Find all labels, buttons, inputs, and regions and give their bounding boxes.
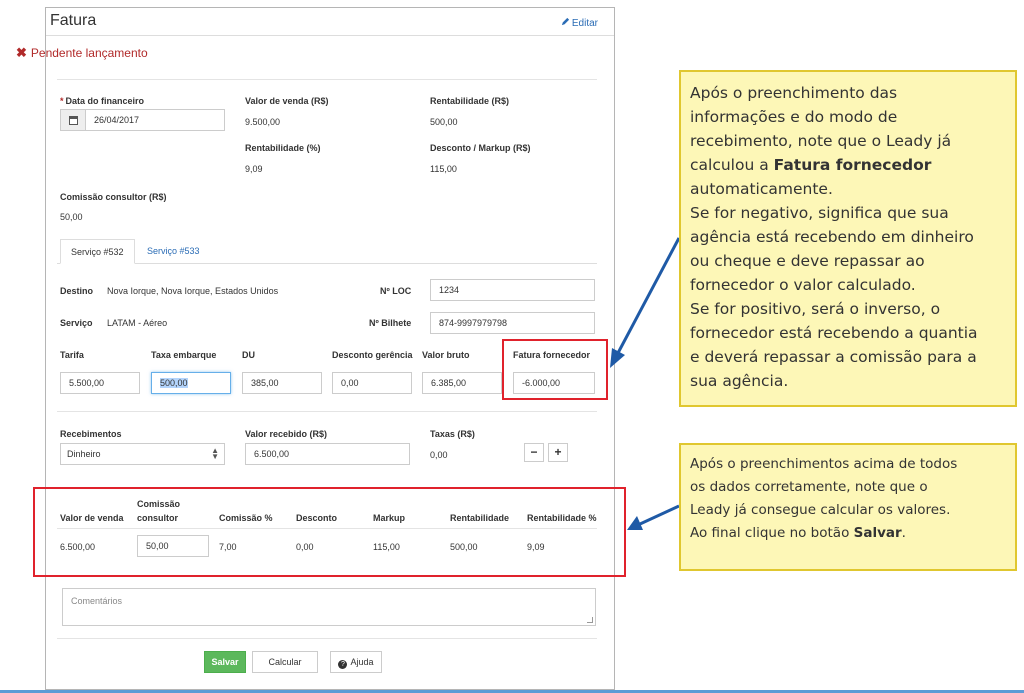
servico-label: Serviço	[60, 318, 93, 328]
destino-value: Nova Iorque, Nova Iorque, Estados Unidos	[107, 286, 279, 296]
taxa-embarque-label: Taxa embarque	[151, 350, 217, 360]
note1-line: agência está recebendo em dinheiro	[690, 228, 974, 246]
loc-input[interactable]: 1234	[430, 279, 595, 301]
status-label: Pendente lançamento	[30, 46, 148, 60]
edit-link[interactable]: Editar	[561, 17, 598, 29]
calcular-button[interactable]: Calcular	[252, 651, 318, 673]
valor-bruto-label: Valor bruto	[422, 350, 470, 360]
arrow-to-fatura	[616, 237, 681, 354]
panel-header: Fatura Editar	[46, 8, 614, 36]
resize-grip-icon[interactable]	[587, 617, 593, 623]
note1-line: Se for negativo, significa que sua	[690, 204, 949, 222]
rentabilidade-label: Rentabilidade (R$)	[430, 96, 510, 106]
rentabilidade-pct-value: 9,09	[245, 164, 263, 174]
tarifa-input[interactable]: 5.500,00	[60, 372, 140, 394]
tab-servico-533[interactable]: Serviço #533	[137, 239, 210, 264]
note2-line: Após o preenchimentos acima de todos	[690, 456, 958, 472]
help-label: Ajuda	[350, 657, 374, 667]
du-input[interactable]: 385,00	[242, 372, 322, 394]
add-recebimento-button[interactable]: +	[548, 443, 568, 462]
data-financeiro-input[interactable]: 26/04/2017	[85, 109, 225, 131]
note2-line: os dados corretamente, note que o	[690, 479, 928, 495]
desconto-markup-value: 115,00	[430, 164, 457, 174]
totais-highlight	[33, 487, 626, 577]
comentarios-textarea[interactable]: Comentários	[62, 588, 596, 626]
save-button[interactable]: Salvar	[204, 651, 246, 673]
valor-venda-value: 9.500,00	[245, 117, 281, 127]
note1-line: recebimento, note que o Leady já	[690, 132, 952, 150]
desconto-gerencia-input[interactable]: 0,00	[332, 372, 412, 394]
arrow-to-totais-head	[627, 516, 643, 530]
du-label: DU	[242, 350, 255, 360]
edit-link-label: Editar	[571, 18, 598, 29]
help-icon: ?	[338, 660, 348, 669]
tarifa-label: Tarifa	[60, 350, 84, 360]
callout-fatura-fornecedor: Após o preenchimento das informações e d…	[679, 70, 1017, 407]
status-pending: ✖ Pendente lançamento	[16, 45, 148, 61]
bilhete-label: Nº Bilhete	[369, 318, 412, 328]
note1-line: automaticamente.	[690, 180, 833, 198]
bilhete-input[interactable]: 874-9997979798	[430, 312, 595, 334]
tab-servico-532[interactable]: Serviço #532	[60, 239, 135, 264]
desconto-markup-label: Desconto / Markup (R$)	[430, 143, 531, 153]
close-icon: ✖	[16, 45, 27, 60]
valor-recebido-input[interactable]: 6.500,00	[245, 443, 410, 465]
calendar-icon	[69, 116, 78, 125]
loc-label: Nº LOC	[380, 286, 412, 296]
data-financeiro-label: * Data do financeiro	[60, 96, 145, 106]
valor-venda-label: Valor de venda (R$)	[245, 96, 329, 106]
note2-line: Leady já consegue calcular os valores.	[690, 502, 951, 518]
servico-value: LATAM - Aéreo	[107, 318, 168, 328]
taxa-embarque-input[interactable]: 500,00	[151, 372, 231, 394]
callout-totais: Após o preenchimentos acima de todos os …	[679, 443, 1017, 571]
note1-line: fornecedor o valor calculado.	[690, 276, 916, 294]
recebimentos-label: Recebimentos	[60, 429, 122, 439]
taxa-embarque-value: 500,00	[160, 378, 188, 388]
desconto-gerencia-label: Desconto gerência	[332, 350, 413, 360]
select-caret-icon: ▲ ▼	[211, 446, 219, 461]
rentabilidade-value: 500,00	[430, 117, 458, 127]
divider	[57, 411, 597, 412]
note1-line: calculou a Fatura fornecedor	[690, 156, 932, 174]
pencil-icon	[561, 17, 569, 26]
divider	[57, 79, 597, 80]
note1-line: Após o preenchimento das	[690, 84, 898, 102]
recebimentos-selected: Dinheiro	[67, 449, 101, 459]
valor-bruto-input[interactable]: 6.385,00	[422, 372, 502, 394]
arrow-to-totais	[639, 504, 680, 526]
note1-line: ou cheque e deve repassar ao	[690, 252, 925, 270]
taxas-label: Taxas (R$)	[430, 429, 475, 439]
panel-title: Fatura	[50, 12, 97, 29]
note1-line: e deverá repassar a comissão para a	[690, 348, 977, 366]
valor-recebido-label: Valor recebido (R$)	[245, 429, 328, 439]
calendar-button[interactable]	[60, 109, 86, 131]
taxas-value: 0,00	[430, 450, 448, 460]
note1-line: informações e do modo de	[690, 108, 898, 126]
rentabilidade-pct-label: Rentabilidade (%)	[245, 143, 321, 153]
fatura-fornecedor-highlight	[502, 339, 608, 400]
divider	[57, 638, 597, 639]
comentarios-placeholder: Comentários	[71, 596, 123, 606]
destino-label: Destino	[60, 286, 94, 296]
comissao-consultor-value: 50,00	[60, 212, 83, 222]
note1-line: sua agência.	[690, 372, 789, 390]
comissao-consultor-label: Comissão consultor (R$)	[60, 192, 167, 202]
note2-line: Ao final clique no botão Salvar.	[690, 525, 906, 541]
remove-recebimento-button[interactable]: −	[524, 443, 544, 462]
recebimentos-select[interactable]: Dinheiro ▲ ▼	[60, 443, 225, 465]
note1-line: fornecedor está recebendo a quantia	[690, 324, 978, 342]
note1-line: Se for positivo, será o inverso, o	[690, 300, 941, 318]
help-button[interactable]: ? Ajuda	[330, 651, 382, 673]
